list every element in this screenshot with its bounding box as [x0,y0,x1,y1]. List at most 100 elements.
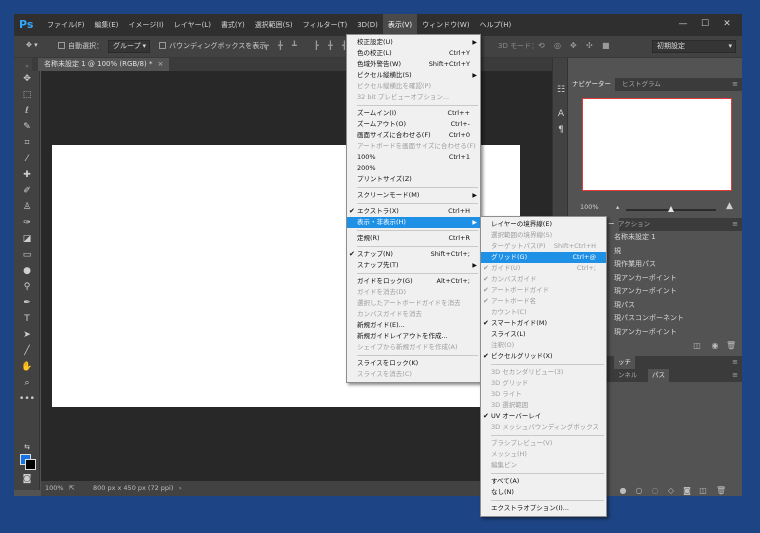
menu-item-2[interactable]: イメージ(I) [123,14,168,36]
tab-paths[interactable]: パス [648,369,669,382]
show-submenu-item[interactable]: 編集ピン [481,460,606,471]
menu-item-10[interactable]: ヘルプ(H) [475,14,517,36]
paragraph-icon[interactable]: ¶ [556,124,566,136]
panel-menu-icon[interactable]: ≡ [732,220,738,228]
view-menu-item[interactable]: ピクセル縦横比を確認(P) [347,81,480,92]
healing-brush-tool-icon[interactable]: ✚ [19,168,35,182]
align-hcenter-icon[interactable]: ╋ [328,41,338,51]
background-color-swatch[interactable] [25,459,36,470]
more-tools-icon[interactable]: ••• [19,392,35,406]
show-submenu-item[interactable]: 3D グリッド [481,378,606,389]
view-menu-item[interactable]: ✔ エクストラ(X) Ctrl+H [347,206,480,217]
panel-menu-icon[interactable]: ≡ [732,358,738,366]
view-menu-item[interactable]: 32 bit プレビューオプション... [347,92,480,103]
line-tool-icon[interactable]: ╱ [19,344,35,358]
show-submenu-item[interactable]: ✔ ピクセルグリッド(X) [481,351,606,362]
trash-icon[interactable]: 🗑 [726,341,736,351]
view-menu-item[interactable]: カンバスガイドを消去 [347,309,480,320]
show-submenu-item[interactable]: スライス(L) [481,329,606,340]
show-submenu-item[interactable]: 3D 選択範囲 [481,400,606,411]
show-submenu-item[interactable]: ✔ アートボード名 [481,296,606,307]
view-menu-item[interactable]: 新規ガイド(E)... [347,320,480,331]
tab-histogram[interactable]: ヒストグラム [618,78,665,91]
view-menu-item[interactable]: 画面サイズに合わせる(F) Ctrl+0 [347,130,480,141]
new-snapshot-icon[interactable]: ◫ [692,341,702,351]
view-menu-item[interactable]: 表示・非表示(H) ▶ [347,217,480,228]
align-left-icon[interactable]: ┣ [314,41,324,51]
show-submenu-item[interactable]: ターゲットパス(P) Shift+Ctrl+H [481,241,606,252]
brush-tool-icon[interactable]: ✐ [19,184,35,198]
view-menu-item[interactable]: 100% Ctrl+1 [347,152,480,163]
properties-icon[interactable]: ☷ [556,84,566,96]
menu-item-1[interactable]: 編集(E) [90,14,124,36]
zoom-out-icon[interactable]: ▴ [616,203,619,211]
view-menu-item[interactable]: スライスを消去(C) [347,369,480,380]
menu-item-0[interactable]: ファイル(F) [42,14,90,36]
view-menu-item[interactable]: 定規(R) Ctrl+R [347,233,480,244]
view-menu-item[interactable]: 色域外警告(W) Shift+Ctrl+Y [347,59,480,70]
marquee-tool-icon[interactable]: ⬚ [19,88,35,102]
chevron-right-icon[interactable]: › [179,481,182,496]
view-menu-item[interactable]: 200% [347,163,480,174]
view-menu-item[interactable]: 校正設定(U) ▶ [347,37,480,48]
view-menu-item[interactable]: ガイドをロック(G) Alt+Ctrl+; [347,276,480,287]
dodge-tool-icon[interactable]: ⚲ [19,280,35,294]
view-menu-item[interactable]: スライスをロック(K) [347,358,480,369]
auto-select-checkbox[interactable]: 自動選択： [58,41,103,51]
navigator-zoom-slider[interactable] [626,206,716,212]
3d-pan-icon[interactable]: ✥ [570,41,580,51]
tab-channels[interactable]: ンネル [614,369,641,382]
group-dropdown[interactable]: グループ ▾ [108,40,150,53]
document-tab[interactable]: 名称未設定 1 @ 100% (RGB/8) * × [38,58,170,71]
add-mask-icon[interactable]: ◙ [682,486,692,496]
navigator-zoom-value[interactable]: 100% [580,203,599,211]
quick-select-tool-icon[interactable]: ✎ [19,120,35,134]
tab-navigator[interactable]: ナビゲーター [568,78,615,91]
show-submenu-item[interactable]: 3D ライト [481,389,606,400]
gradient-tool-icon[interactable]: ▭ [19,248,35,262]
minimize-button[interactable]: — [672,14,694,36]
3d-scale-icon[interactable]: ■ [602,41,612,51]
menu-item-4[interactable]: 書式(Y) [216,14,250,36]
show-submenu-item[interactable]: ✔ スマートガイド(M) [481,318,606,329]
menu-item-3[interactable]: レイヤー(L) [169,14,216,36]
close-icon[interactable]: × [157,60,163,68]
panel-menu-icon[interactable]: ≡ [732,371,738,379]
show-submenu-item[interactable]: ✔ UV オーバーレイ [481,411,606,422]
zoom-in-icon[interactable]: ▲ [726,201,733,211]
show-submenu-item[interactable]: 3D セカンダリビュー(3) [481,367,606,378]
history-brush-tool-icon[interactable]: ✑ [19,216,35,230]
slider-thumb[interactable] [668,206,674,212]
view-menu-item[interactable]: 色の校正(L) Ctrl+Y [347,48,480,59]
blur-tool-icon[interactable]: ● [19,264,35,278]
quick-mask-icon[interactable]: ◙ [19,472,35,486]
eyedropper-tool-icon[interactable]: ⁄ [19,152,35,166]
view-menu-item[interactable]: アートボードを画面サイズに合わせる(F) [347,141,480,152]
trash-icon[interactable]: 🗑 [716,486,726,496]
align-vcenter-icon[interactable]: ╋ [278,41,288,51]
menu-item-5[interactable]: 選択範囲(S) [250,14,298,36]
camera-icon[interactable]: ◉ [710,341,720,351]
view-menu-item[interactable]: 選択したアートボードガイドを消去 [347,298,480,309]
show-submenu-item[interactable]: ✔ ガイド(U) Ctrl+; [481,263,606,274]
fill-path-icon[interactable]: ● [618,486,628,496]
hand-tool-icon[interactable]: ✋ [19,360,35,374]
tab-swatches[interactable]: ッチ [614,356,635,369]
close-button[interactable]: ✕ [716,14,738,36]
view-menu-item[interactable]: プリントサイズ(Z) [347,174,480,185]
move-tool-icon[interactable]: ✥ ▾ [26,41,38,49]
view-menu-item[interactable]: スクリーンモード(M) ▶ [347,190,480,201]
make-path-icon[interactable]: ◇ [666,486,676,496]
panel-menu-icon[interactable]: ≡ [732,80,738,88]
swap-colors-icon[interactable]: ⇆ [19,440,35,454]
new-path-icon[interactable]: ◫ [698,486,708,496]
stroke-path-icon[interactable]: ○ [634,486,644,496]
view-menu-item[interactable]: ✔ スナップ(N) Shift+Ctrl+; [347,249,480,260]
type-tool-icon[interactable]: T [19,312,35,326]
load-selection-icon[interactable]: ◌ [650,486,660,496]
eraser-tool-icon[interactable]: ◪ [19,232,35,246]
show-submenu-item[interactable]: ✔ カンバスガイド [481,274,606,285]
crop-tool-icon[interactable]: ⌗ [19,136,35,150]
show-submenu-item[interactable]: エクストラオプション(I)... [481,503,606,514]
move-tool-icon[interactable]: ✥ [19,72,35,86]
